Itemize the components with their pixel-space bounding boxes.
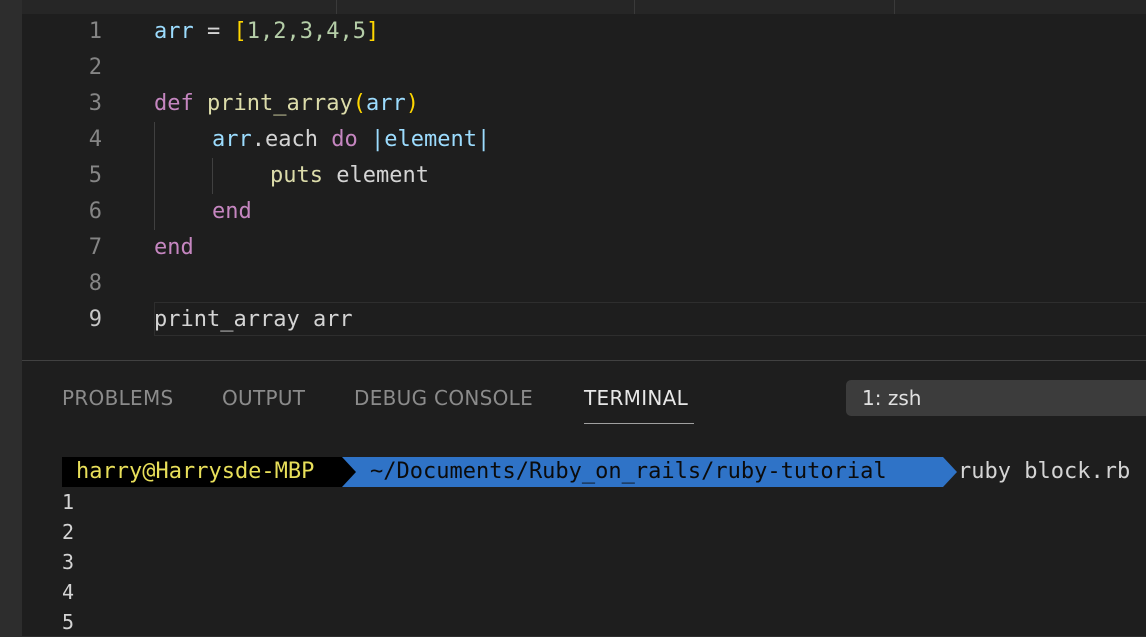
line-number: 7 bbox=[88, 235, 102, 260]
tab-problems[interactable]: PROBLEMS bbox=[62, 385, 174, 411]
line-number: 8 bbox=[88, 271, 102, 296]
line-number: 1 bbox=[88, 19, 102, 44]
code-line-7[interactable]: 7 end bbox=[22, 230, 1146, 266]
code-line-3[interactable]: 3 def print_array(arr) bbox=[22, 86, 1146, 122]
code-line-5[interactable]: 5 puts element bbox=[22, 158, 1146, 194]
terminal-command: ruby block.rb bbox=[958, 459, 1131, 484]
activity-bar-edge bbox=[0, 0, 22, 636]
prompt-user-host: harry@Harrysde-MBP bbox=[62, 457, 342, 487]
prompt-separator-arrow bbox=[342, 457, 356, 487]
code-line-9[interactable]: 9 print_array arr bbox=[22, 302, 1146, 338]
code-line-8[interactable]: 8 bbox=[22, 266, 1146, 302]
line-number: 2 bbox=[88, 55, 102, 80]
code-text: arr.each do |element| bbox=[212, 127, 491, 152]
code-editor[interactable]: 1 arr = [1,2,3,4,5] 2 3 def print_array(… bbox=[22, 14, 1146, 360]
tab-output[interactable]: OUTPUT bbox=[222, 385, 305, 411]
tab-separator bbox=[894, 0, 895, 14]
terminal-output-line: 3 bbox=[62, 550, 75, 574]
code-text: arr = [1,2,3,4,5] bbox=[154, 19, 380, 44]
line-number: 5 bbox=[88, 163, 102, 188]
terminal-output-line: 4 bbox=[62, 580, 75, 604]
prompt-separator-arrow bbox=[943, 457, 957, 487]
line-number: 9 bbox=[88, 307, 102, 332]
active-tab-indicator bbox=[584, 423, 694, 424]
prompt-path: ~/Documents/Ruby_on_rails/ruby-tutorial bbox=[342, 457, 943, 487]
code-text: print_array arr bbox=[154, 307, 353, 332]
tab-debug-console[interactable]: DEBUG CONSOLE bbox=[354, 385, 533, 411]
code-text: end bbox=[154, 235, 194, 260]
tab-separator bbox=[634, 0, 635, 14]
terminal-output-line: 2 bbox=[62, 520, 75, 544]
bottom-panel: PROBLEMS OUTPUT DEBUG CONSOLE TERMINAL 1… bbox=[22, 361, 1146, 636]
tab-separator bbox=[336, 0, 337, 14]
code-line-2[interactable]: 2 bbox=[22, 50, 1146, 86]
line-number: 6 bbox=[88, 199, 102, 224]
line-number: 4 bbox=[88, 127, 102, 152]
editor-tab-strip bbox=[22, 0, 1146, 15]
code-line-4[interactable]: 4 arr.each do |element| bbox=[22, 122, 1146, 158]
terminal-output-line: 1 bbox=[62, 490, 75, 514]
terminal-select-dropdown[interactable]: 1: zsh bbox=[846, 380, 1146, 416]
tab-terminal[interactable]: TERMINAL bbox=[584, 385, 688, 411]
code-line-1[interactable]: 1 arr = [1,2,3,4,5] bbox=[22, 14, 1146, 50]
code-line-6[interactable]: 6 end bbox=[22, 194, 1146, 230]
line-number: 3 bbox=[88, 91, 102, 116]
terminal-output-line: 5 bbox=[62, 610, 75, 634]
code-text: def print_array(arr) bbox=[154, 91, 419, 116]
code-text: puts element bbox=[270, 163, 429, 188]
code-text: end bbox=[212, 199, 252, 224]
